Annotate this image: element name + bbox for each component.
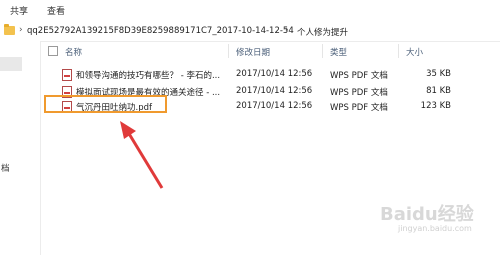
- file-size: 35 KB: [426, 69, 451, 79]
- folder-icon: [4, 24, 15, 35]
- file-modified: 2017/10/14 12:56: [236, 69, 313, 79]
- file-type: WPS PDF 文档: [330, 103, 388, 113]
- file-name: 和领导沟通的技巧有哪些？ - 李石的...: [76, 71, 221, 81]
- file-type: WPS PDF 文档: [330, 88, 388, 98]
- column-size[interactable]: 大小: [406, 46, 423, 58]
- chevron-right-icon: ›: [19, 25, 23, 35]
- nav-item-label[interactable]: 档: [1, 162, 10, 174]
- column-divider[interactable]: [228, 44, 229, 58]
- file-size: 123 KB: [420, 101, 451, 111]
- file-row[interactable]: 和领导沟通的技巧有哪些？ - 李石的... 2017/10/14 12:56 W…: [40, 66, 451, 83]
- file-size: 81 KB: [426, 86, 451, 96]
- file-modified: 2017/10/14 12:56: [236, 86, 313, 96]
- ribbon-tabs: 共享 查看: [0, 0, 500, 22]
- file-type: WPS PDF 文档: [330, 71, 388, 81]
- breadcrumb-folder[interactable]: qq2E52792A139215F8D39E8259889171C7_2017-…: [27, 26, 294, 36]
- column-divider[interactable]: [322, 44, 323, 58]
- pdf-file-icon: [62, 69, 72, 81]
- column-type[interactable]: 类型: [330, 46, 347, 58]
- navigation-pane: 档: [0, 41, 41, 255]
- file-modified: 2017/10/14 12:56: [236, 101, 313, 111]
- tab-view[interactable]: 查看: [47, 4, 65, 17]
- watermark-logo: Baidu经验: [380, 204, 474, 225]
- column-header: 名称 修改日期 类型 大小: [40, 41, 500, 61]
- watermark-url: jingyan.baidu.com: [398, 224, 472, 233]
- chevron-right-icon: ›: [285, 25, 289, 35]
- nav-selected-item[interactable]: [0, 57, 22, 71]
- column-divider[interactable]: [398, 44, 399, 58]
- select-all-checkbox[interactable]: [48, 46, 58, 56]
- tab-share[interactable]: 共享: [10, 4, 28, 17]
- breadcrumb-subfolder[interactable]: 个人修为提升: [297, 26, 348, 38]
- address-bar[interactable]: › qq2E52792A139215F8D39E8259889171C7_201…: [0, 21, 500, 42]
- column-name[interactable]: 名称: [65, 46, 82, 58]
- highlight-box: [44, 95, 167, 113]
- column-modified[interactable]: 修改日期: [236, 46, 270, 58]
